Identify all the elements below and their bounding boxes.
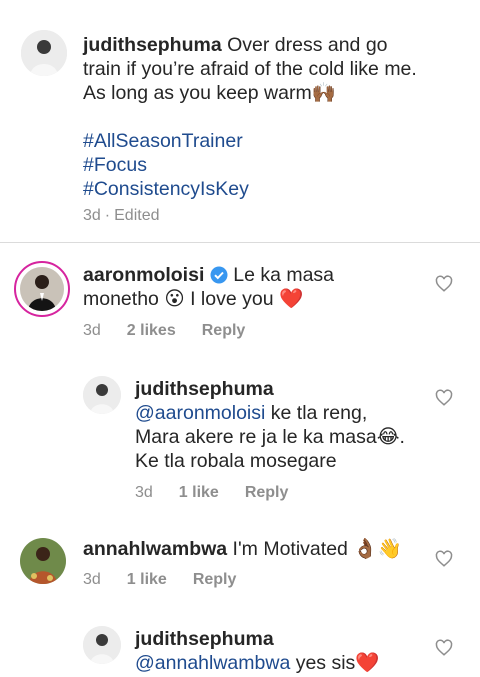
comment-meta: 3d · Edited <box>83 207 160 224</box>
heart-outline-icon[interactable] <box>435 550 453 568</box>
raised-hands-emoji-icon: 🙌🏾 <box>311 82 336 104</box>
avatar[interactable] <box>83 376 121 414</box>
reply-button[interactable]: Reply <box>245 484 289 501</box>
likes-count[interactable]: 2 likes <box>127 322 176 339</box>
avatar[interactable] <box>83 626 121 664</box>
username[interactable]: annahlwambwa <box>83 538 227 560</box>
hashtag-consistency-is-key[interactable]: #ConsistencyIsKey <box>83 177 423 201</box>
hashtag-all-season-trainer[interactable]: #AllSeasonTrainer <box>83 129 423 153</box>
edited-label: Edited <box>114 207 160 224</box>
username[interactable]: judithsephuma <box>135 628 274 650</box>
avatar[interactable] <box>21 30 67 76</box>
red-heart-emoji-icon: ❤️ <box>278 288 304 310</box>
comment-text: aaronmoloisi Le ka masa monetho 😮 I love… <box>83 264 335 310</box>
timestamp: 3d <box>83 322 101 339</box>
comment-aaronmoloisi: aaronmoloisi Le ka masa monetho 😮 I love… <box>0 243 480 363</box>
timestamp: 3d <box>83 207 101 224</box>
username[interactable]: judithsephuma <box>135 378 274 400</box>
username[interactable]: aaronmoloisi <box>83 264 204 286</box>
comment-text: judithsephuma @aaronmoloisi ke tla reng,… <box>135 378 405 472</box>
avatar[interactable] <box>20 538 66 584</box>
reply-button[interactable]: Reply <box>193 571 237 588</box>
heart-outline-icon[interactable] <box>435 389 453 407</box>
reply-button[interactable]: Reply <box>202 322 246 339</box>
username[interactable]: judithsephuma <box>83 34 222 56</box>
timestamp: 3d <box>135 484 153 501</box>
verified-badge-icon <box>210 266 228 284</box>
likes-count[interactable]: 1 like <box>127 571 167 588</box>
comment-judithsephuma-1: judithsephuma Over dress and go train if… <box>0 0 480 242</box>
likes-count[interactable]: 1 like <box>179 484 219 501</box>
reply-judithsephuma-2: judithsephuma @annahlwambwa yes sis❤️ <box>0 613 480 677</box>
comment-text: judithsephuma Over dress and go train if… <box>83 33 423 201</box>
ok-hand-waving-hand-emoji-icon: 👌🏾👋 <box>353 538 402 560</box>
comment-text: judithsephuma @annahlwambwa yes sis❤️ <box>135 628 380 674</box>
comment-annahlwambwa: annahlwambwa I'm Motivated 👌🏾👋 3d 1 like R… <box>0 513 480 613</box>
comment-meta: 3d 1 like Reply <box>135 483 314 503</box>
timestamp: 3d <box>83 571 101 588</box>
tears-of-joy-emoji-icon: 😂 <box>376 426 400 448</box>
avatar[interactable] <box>20 267 64 311</box>
hashtag-focus[interactable]: #Focus <box>83 153 423 177</box>
mention-link[interactable]: @annahlwambwa <box>135 652 290 674</box>
comment-meta: 3d 2 likes Reply <box>83 321 271 341</box>
reply-judithsephuma-1: judithsephuma @aaronmoloisi ke tla reng,… <box>0 363 480 513</box>
red-heart-emoji-icon: ❤️ <box>355 652 380 674</box>
comment-meta: 3d 1 like Reply <box>83 570 262 590</box>
heart-outline-icon[interactable] <box>435 639 453 657</box>
mention-link[interactable]: @aaronmoloisi <box>135 402 265 424</box>
surprised-face-emoji-icon: 😮 <box>164 288 185 310</box>
heart-outline-icon[interactable] <box>435 275 453 293</box>
comment-text: annahlwambwa I'm Motivated 👌🏾👋 <box>83 538 402 560</box>
